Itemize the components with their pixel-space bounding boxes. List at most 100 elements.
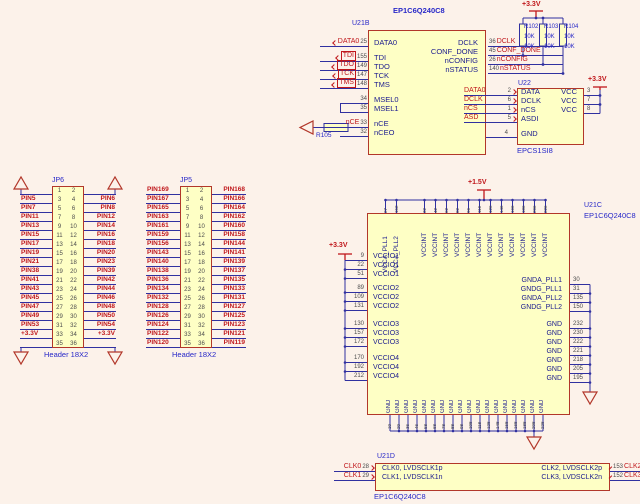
header-net-label[interactable]: PIN46	[84, 294, 116, 303]
u22-gnd-pin-row[interactable]: 4	[489, 129, 517, 138]
u22-right-pin-row[interactable]: 7	[584, 96, 600, 105]
u21b-left-pin-row[interactable]: nCE 33	[322, 119, 368, 128]
u21c-right-pin-row[interactable]: 135	[570, 294, 590, 303]
u21c-left-pin-row[interactable]: 9	[345, 252, 367, 261]
u21c-left-pin-row[interactable]: 22	[345, 261, 367, 270]
header-net-label[interactable]: PIN164	[212, 204, 246, 213]
header-net-label[interactable]: PIN133	[212, 285, 246, 294]
u21c-left-pin-row[interactable]: 157	[345, 329, 367, 338]
header-net-label[interactable]: PIN120	[146, 339, 180, 348]
header-net-label[interactable]: PIN49	[20, 312, 52, 321]
header-net-label[interactable]: PIN45	[20, 294, 52, 303]
u21c-left-pin-row[interactable]: 172	[345, 338, 367, 347]
header-net-label[interactable]: PIN123	[212, 321, 246, 330]
header-net-label[interactable]	[20, 339, 52, 348]
header-net-label[interactable]: PIN47	[20, 303, 52, 312]
header-net-label[interactable]: PIN18	[84, 240, 116, 249]
header-net-label[interactable]: PIN124	[146, 321, 180, 330]
u21c-left-pin-row[interactable]: 170	[345, 354, 367, 363]
header-net-label[interactable]: PIN158	[212, 231, 246, 240]
u21c-right-pin-row[interactable]: 222	[570, 338, 590, 347]
header-net-label[interactable]: PIN127	[212, 303, 246, 312]
header-net-label[interactable]: PIN162	[212, 213, 246, 222]
header-net-label[interactable]: PIN161	[146, 222, 180, 231]
u21d-right-pin-row[interactable]: 153 CLK2	[610, 463, 640, 472]
u21c-right-pin-row[interactable]: 230	[570, 329, 590, 338]
header-net-label[interactable]: PIN5	[20, 195, 52, 204]
header-net-label[interactable]: PIN41	[20, 276, 52, 285]
u21c-right-pin-row[interactable]: 232	[570, 320, 590, 329]
header-net-label[interactable]: PIN136	[146, 276, 180, 285]
header-net-label[interactable]: PIN17	[20, 240, 52, 249]
resistor-label-stack[interactable]: R104 10K 10K	[564, 23, 584, 53]
header-net-label[interactable]: PIN137	[212, 267, 246, 276]
header-net-label[interactable]: PIN13	[20, 222, 52, 231]
header-net-label[interactable]: PIN14	[84, 222, 116, 231]
u21c-right-pin-row[interactable]: 218	[570, 356, 590, 365]
header-net-label[interactable]: PIN53	[20, 321, 52, 330]
header-net-label[interactable]: PIN125	[212, 312, 246, 321]
header-net-label[interactable]: PIN21	[20, 258, 52, 267]
header-net-label[interactable]: PIN141	[212, 249, 246, 258]
header-net-label[interactable]: PIN144	[212, 240, 246, 249]
header-net-label[interactable]: PIN12	[84, 213, 116, 222]
resistor-label-stack[interactable]: R103 10K 10K	[544, 23, 564, 53]
header-net-label[interactable]	[20, 186, 52, 195]
u21d-left-pin-row[interactable]: CLK1 29	[334, 472, 375, 481]
u21c-right-pin-row[interactable]: 195	[570, 374, 590, 383]
resistor-label-stack[interactable]: R102 10K 10K	[524, 23, 544, 53]
header-net-label[interactable]: PIN128	[146, 303, 180, 312]
header-net-label[interactable]: PIN16	[84, 231, 116, 240]
u21c-right-pin-row[interactable]: 150	[570, 303, 590, 312]
header-net-label[interactable]: PIN122	[146, 330, 180, 339]
header-net-label[interactable]: PIN48	[84, 303, 116, 312]
header-net-label[interactable]: PIN139	[212, 258, 246, 267]
header-net-label[interactable]: PIN39	[84, 267, 116, 276]
header-net-label[interactable]: PIN131	[212, 294, 246, 303]
u22-left-pin-row[interactable]: nCS 1	[464, 105, 517, 114]
header-net-label[interactable]: PIN119	[212, 339, 246, 348]
u21c-left-pin-row[interactable]: 109	[345, 293, 367, 302]
u21d-left-pin-row[interactable]: CLK0 28	[334, 463, 375, 472]
u21b-left-pin-row[interactable]: 32	[340, 128, 368, 137]
u22-right-pin-row[interactable]: 3	[584, 87, 600, 96]
header-net-label[interactable]: PIN166	[212, 195, 246, 204]
header-net-label[interactable]: PIN163	[146, 213, 180, 222]
header-net-label[interactable]: PIN134	[146, 285, 180, 294]
header-net-label[interactable]: PIN132	[146, 294, 180, 303]
header-net-label[interactable]: PIN20	[84, 249, 116, 258]
u22-right-pin-row[interactable]: 8	[584, 105, 600, 114]
header-net-label[interactable]: PIN38	[20, 267, 52, 276]
u21b-left-pin-row[interactable]: 34	[340, 95, 368, 104]
header-net-label[interactable]: PIN6	[84, 195, 116, 204]
header-net-label[interactable]: PIN160	[212, 222, 246, 231]
u21c-left-pin-row[interactable]: 89	[345, 284, 367, 293]
header-net-label[interactable]: PIN7	[20, 204, 52, 213]
header-net-label[interactable]: PIN19	[20, 249, 52, 258]
header-net-label[interactable]: PIN140	[146, 258, 180, 267]
header-net-label[interactable]	[84, 339, 116, 348]
u21b-right-pin-row[interactable]: 140 nSTATUS	[488, 65, 563, 74]
header-net-label[interactable]: PIN42	[84, 276, 116, 285]
header-net-label[interactable]: PIN165	[146, 204, 180, 213]
header-net-label[interactable]: PIN11	[20, 213, 52, 222]
header-net-label[interactable]	[84, 186, 116, 195]
header-net-label[interactable]: PIN168	[212, 186, 246, 195]
header-net-label[interactable]: +3.3V	[20, 330, 52, 339]
u21c-left-pin-row[interactable]: 130	[345, 320, 367, 329]
header-net-label[interactable]: PIN121	[212, 330, 246, 339]
u22-left-pin-row[interactable]: ASD 5	[464, 114, 517, 123]
u22-left-pin-row[interactable]: DATA0 2	[464, 87, 517, 96]
header-net-label[interactable]: PIN138	[146, 267, 180, 276]
u21d-right-pin-row[interactable]: 152 CLK3	[610, 472, 640, 481]
header-net-label[interactable]: PIN159	[146, 231, 180, 240]
header-net-label[interactable]: PIN8	[84, 204, 116, 213]
u22-left-pin-row[interactable]: DCLK 6	[464, 96, 517, 105]
header-net-label[interactable]: PIN156	[146, 240, 180, 249]
header-net-label[interactable]: PIN23	[84, 258, 116, 267]
u21c-left-pin-row[interactable]: 131	[345, 302, 367, 311]
header-net-label[interactable]: PIN143	[146, 249, 180, 258]
header-net-label[interactable]: PIN44	[84, 285, 116, 294]
header-net-label[interactable]: +3.3V	[84, 330, 116, 339]
u21c-right-pin-row[interactable]: 30	[570, 276, 590, 285]
